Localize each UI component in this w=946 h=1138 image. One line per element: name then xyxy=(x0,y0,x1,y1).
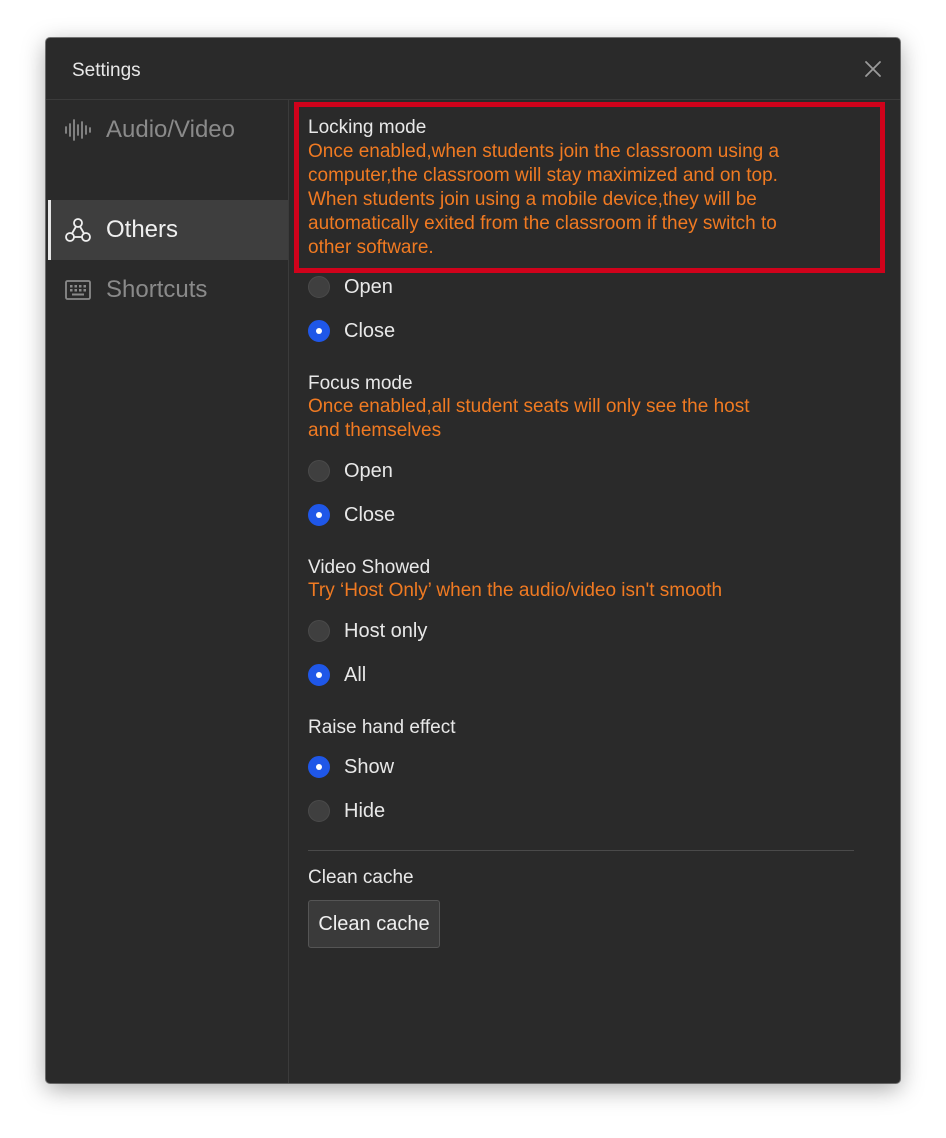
sidebar-item-others[interactable]: Others xyxy=(48,200,288,260)
sidebar-item-shortcuts[interactable]: Shortcuts xyxy=(48,260,288,320)
radio-label: Open xyxy=(344,459,393,482)
radio-label: Host only xyxy=(344,619,428,642)
sidebar-item-label: Audio/Video xyxy=(106,116,235,143)
locking-mode-heading: Locking mode xyxy=(308,117,427,138)
radio-button-selected[interactable] xyxy=(308,504,330,526)
title-bar: Settings xyxy=(46,38,900,100)
focus-mode-heading: Focus mode xyxy=(308,373,413,394)
video-host-only-radio[interactable]: Host only xyxy=(308,618,427,644)
radio-label: Show xyxy=(344,755,395,778)
description-line: and themselves xyxy=(308,420,442,441)
video-showed-heading: Video Showed xyxy=(308,557,431,578)
audio-wave-icon xyxy=(64,116,92,144)
radio-button-selected[interactable] xyxy=(308,756,330,778)
raise-hand-hide-radio[interactable]: Hide xyxy=(308,798,385,824)
radio-button[interactable] xyxy=(308,620,330,642)
description-line: Once enabled,all student seats will only… xyxy=(308,396,750,417)
focus-close-radio[interactable]: Close xyxy=(308,502,395,528)
settings-window: Settings Audio/Video Others Shortcuts Lo… xyxy=(46,38,900,1083)
video-all-radio[interactable]: All xyxy=(308,662,366,688)
description-line: Try ‘Host Only’ when the audio/video isn… xyxy=(308,580,723,601)
focus-open-radio[interactable]: Open xyxy=(308,458,393,484)
radio-label: Hide xyxy=(344,799,386,822)
sidebar-item-label: Others xyxy=(106,216,179,243)
video-showed-description: Try ‘Host Only’ when the audio/video isn… xyxy=(308,579,868,603)
section-divider xyxy=(308,850,854,851)
radio-label: Open xyxy=(344,275,393,298)
locking-open-radio[interactable]: Open xyxy=(308,274,393,300)
radio-button-selected[interactable] xyxy=(308,664,330,686)
close-icon[interactable] xyxy=(864,60,882,78)
keyboard-icon xyxy=(64,276,92,304)
radio-button-selected[interactable] xyxy=(308,320,330,342)
settings-sidebar: Audio/Video Others Shortcuts xyxy=(46,100,289,1083)
clean-cache-button[interactable]: Clean cache xyxy=(308,900,440,948)
radio-label: Close xyxy=(344,319,396,342)
clean-cache-heading: Clean cache xyxy=(308,867,414,888)
description-line: When students join using a mobile device… xyxy=(308,189,757,210)
radio-button[interactable] xyxy=(308,460,330,482)
sidebar-item-label: Shortcuts xyxy=(106,276,208,303)
sidebar-item-audio-video[interactable]: Audio/Video xyxy=(48,100,288,160)
description-line: Once enabled,when students join the clas… xyxy=(308,141,780,162)
locking-close-radio[interactable]: Close xyxy=(308,318,395,344)
focus-mode-description: Once enabled,all student seats will only… xyxy=(308,395,868,443)
network-nodes-icon xyxy=(64,216,92,244)
raise-hand-show-radio[interactable]: Show xyxy=(308,754,394,780)
description-line: automatically exited from the classroom … xyxy=(308,213,777,234)
description-line: other software. xyxy=(308,237,434,258)
radio-label: Close xyxy=(344,503,396,526)
radio-button[interactable] xyxy=(308,276,330,298)
radio-label: All xyxy=(344,663,367,686)
locking-mode-description: Once enabled,when students join the clas… xyxy=(308,140,888,260)
description-line: computer,the classroom will stay maximiz… xyxy=(308,165,778,186)
radio-button[interactable] xyxy=(308,800,330,822)
raise-hand-heading: Raise hand effect xyxy=(308,717,456,738)
window-title: Settings xyxy=(72,60,141,81)
